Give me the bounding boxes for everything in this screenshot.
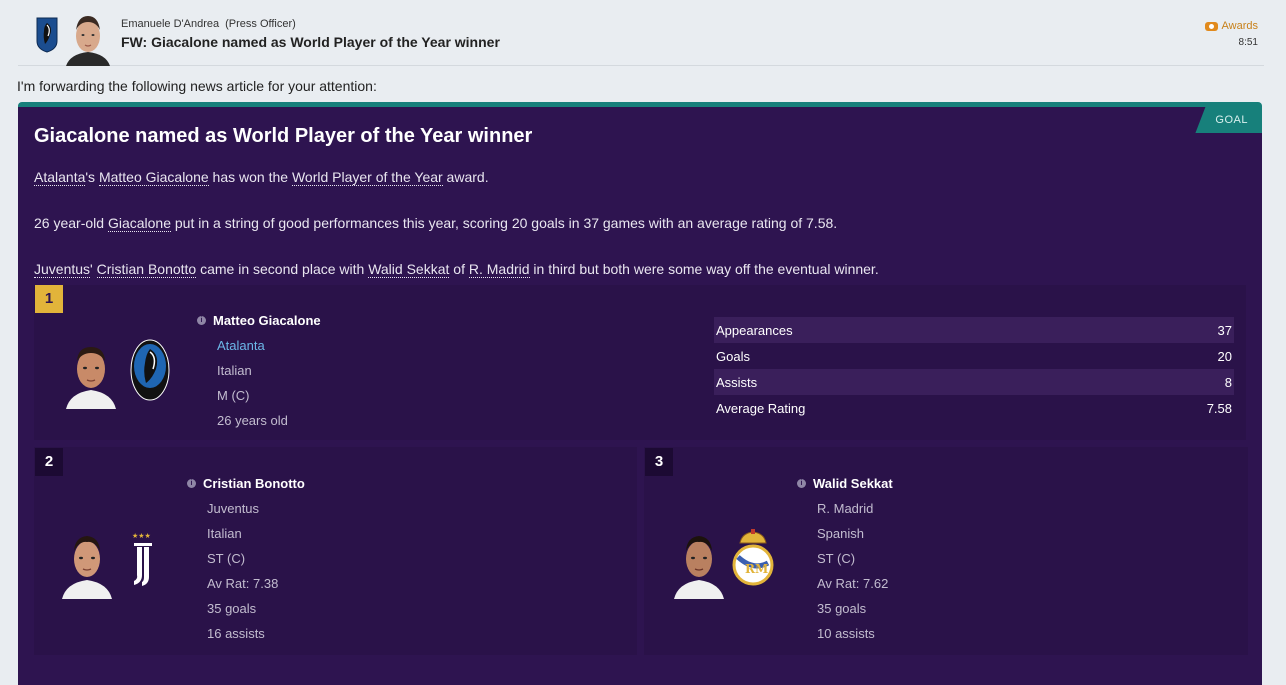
third-goals: 35 goals [817, 601, 867, 616]
second-place-panel [34, 447, 637, 655]
stat-value: 20 [1217, 348, 1232, 364]
club-link-juventus[interactable]: Juventus [34, 261, 91, 278]
awards-tag-label: Awards [1221, 20, 1258, 32]
stat-row-average-rating: Average Rating 7.58 [714, 395, 1234, 421]
winner-position: M (C) [217, 388, 250, 403]
second-name[interactable]: Cristian Bonotto [203, 476, 305, 491]
stat-label: Appearances [716, 322, 793, 338]
info-icon[interactable]: i [187, 479, 196, 488]
stat-row-assists: Assists 8 [714, 369, 1234, 395]
text: has won the [208, 169, 292, 185]
second-nationality: Italian [207, 526, 242, 541]
winner-nationality: Italian [217, 363, 252, 378]
sender-line: Emanuele D'Andrea (Press Officer) [121, 18, 296, 30]
second-assists: 16 assists [207, 626, 265, 641]
player-link-sekkat[interactable]: Walid Sekkat [368, 261, 450, 278]
article-paragraph-3: Juventus' Cristian Bonotto came in secon… [34, 261, 879, 278]
club-link-real-madrid[interactable]: R. Madrid [468, 261, 530, 278]
sender-role: (Press Officer) [225, 18, 296, 30]
award-link[interactable]: World Player of the Year [291, 169, 443, 186]
info-icon[interactable]: i [797, 479, 806, 488]
sender-name[interactable]: Emanuele D'Andrea [121, 18, 219, 30]
text: 's [85, 169, 99, 185]
third-assists: 10 assists [817, 626, 875, 641]
stat-label: Assists [716, 374, 758, 390]
player-link-giacalone[interactable]: Matteo Giacalone [98, 169, 209, 186]
third-name[interactable]: Walid Sekkat [813, 476, 893, 491]
article-paragraph-1: Atalanta's Matteo Giacalone has won the … [34, 169, 489, 186]
third-club[interactable]: R. Madrid [817, 501, 873, 516]
message-header: Emanuele D'Andrea (Press Officer) FW: Gia… [18, 0, 1264, 66]
text: came in second place with [196, 261, 369, 277]
intro-text: I'm forwarding the following news articl… [17, 78, 377, 94]
rank-badge-1: 1 [35, 285, 63, 313]
winner-age: 26 years old [217, 413, 288, 428]
news-article: GOAL Giacalone named as World Player of … [18, 102, 1262, 685]
player-link-giacalone-2[interactable]: Giacalone [107, 215, 171, 232]
stat-row-appearances: Appearances 37 [714, 317, 1234, 343]
text: in third but both were some way off the … [529, 261, 879, 277]
stat-value: 7.58 [1206, 400, 1232, 416]
second-rating: Av Rat: 7.38 [207, 576, 279, 591]
article-paragraph-2: 26 year-old Giacalone put in a string of… [34, 215, 838, 232]
svg-text:★★★: ★★★ [132, 532, 151, 540]
winner-club[interactable]: Atalanta [217, 338, 265, 353]
stat-value: 37 [1217, 322, 1232, 338]
text: put in a string of good performances thi… [170, 215, 838, 231]
article-headline: Giacalone named as World Player of the Y… [34, 125, 533, 147]
text: of [449, 261, 469, 277]
tag-icon [1204, 21, 1218, 31]
player-link-bonotto[interactable]: Cristian Bonotto [96, 261, 197, 278]
sender-portrait-icon [66, 16, 110, 66]
stat-label: Average Rating [716, 400, 806, 416]
svg-text:RM: RM [745, 562, 768, 576]
winner-name[interactable]: Matteo Giacalone [213, 313, 321, 328]
info-icon[interactable]: i [197, 316, 206, 325]
text: award. [442, 169, 489, 185]
message-time: 8:51 [1238, 37, 1258, 48]
rank-badge-3: 3 [645, 448, 673, 476]
stat-row-goals: Goals 20 [714, 343, 1234, 369]
juventus-crest-icon[interactable]: ★★★ [130, 531, 156, 587]
bonotto-portrait-icon[interactable] [62, 527, 112, 599]
atalanta-crest-icon[interactable] [130, 339, 170, 401]
text: 26 year-old [34, 215, 108, 231]
third-rating: Av Rat: 7.62 [817, 576, 889, 591]
second-club[interactable]: Juventus [207, 501, 259, 516]
stat-value: 8 [1224, 374, 1232, 390]
real-madrid-crest-icon[interactable]: RM [732, 529, 774, 587]
rank-badge-2: 2 [35, 448, 63, 476]
sekkat-portrait-icon[interactable] [674, 527, 724, 599]
second-position: ST (C) [207, 551, 246, 566]
stat-label: Goals [716, 348, 750, 364]
giacalone-portrait-icon[interactable] [64, 337, 118, 409]
winner-stats-table: Appearances 37 Goals 20 Assists 8 Averag… [714, 317, 1234, 421]
third-position: ST (C) [817, 551, 856, 566]
text: ' [90, 261, 97, 277]
article-source-tag: GOAL [1195, 107, 1262, 133]
awards-tag[interactable]: Awards [1204, 20, 1258, 32]
second-goals: 35 goals [207, 601, 257, 616]
club-link-atalanta[interactable]: Atalanta [34, 169, 86, 186]
third-nationality: Spanish [817, 526, 864, 541]
message-subject: FW: Giacalone named as World Player of t… [121, 34, 500, 50]
atalanta-badge-icon [36, 17, 58, 53]
